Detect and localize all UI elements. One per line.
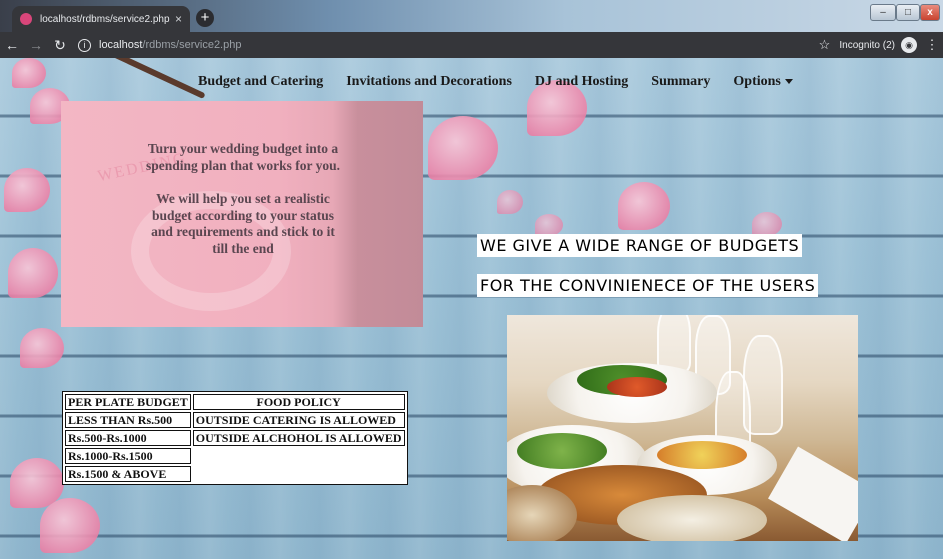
- catering-photo: [507, 315, 858, 541]
- page-viewport: Budget and Catering Invitations and Deco…: [0, 58, 943, 559]
- table-cell-empty: [193, 466, 405, 482]
- table-cell-empty: [193, 448, 405, 464]
- window-minimize-button[interactable]: –: [870, 4, 896, 21]
- browser-menu-icon[interactable]: ⋮: [925, 37, 939, 53]
- forward-arrow-icon[interactable]: →: [24, 37, 48, 53]
- blossom-decoration: [12, 58, 46, 88]
- card-paragraph-1: Turn your wedding budget into a spending…: [145, 141, 341, 173]
- convenience-heading: FOR THE CONVINIENECE OF THE USERS: [477, 274, 819, 297]
- budget-range-heading: WE GIVE A WIDE RANGE OF BUDGETS: [477, 234, 803, 257]
- nav-invitations-decorations[interactable]: Invitations and Decorations: [346, 74, 512, 90]
- tab-title: localhost/rdbms/service2.php: [40, 13, 170, 25]
- nav-budget-catering[interactable]: Budget and Catering: [198, 74, 323, 90]
- favicon-icon: [20, 13, 32, 25]
- table-row: Rs.1000-Rs.1500: [65, 448, 405, 464]
- table-row: LESS THAN Rs.500 OUTSIDE CATERING IS ALL…: [65, 412, 405, 428]
- blossom-decoration: [4, 168, 50, 212]
- window-maximize-button[interactable]: □: [896, 4, 920, 21]
- window-close-button[interactable]: x: [920, 4, 940, 21]
- petal-decoration: [752, 212, 782, 236]
- table-cell: OUTSIDE CATERING IS ALLOWED: [192, 412, 405, 428]
- new-tab-button[interactable]: +: [196, 9, 214, 27]
- nav-dj-hosting[interactable]: DJ and Hosting: [535, 74, 628, 90]
- table-cell: Rs.1000-Rs.1500: [65, 448, 191, 464]
- petal-decoration: [535, 214, 563, 236]
- blossom-decoration: [40, 498, 100, 553]
- blossom-decoration: [618, 182, 670, 230]
- table-cell: OUTSIDE ALCHOHOL IS ALLOWED: [192, 430, 405, 446]
- tab-close-icon[interactable]: ×: [175, 12, 182, 26]
- petal-decoration: [497, 190, 523, 214]
- browser-tab[interactable]: localhost/rdbms/service2.php ×: [12, 6, 190, 32]
- nav-options-dropdown[interactable]: Options: [733, 74, 793, 90]
- budget-table: PER PLATE BUDGET FOOD POLICY LESS THAN R…: [62, 391, 408, 485]
- card-paragraph-2: We will help you set a realistic budget …: [151, 191, 335, 256]
- table-cell: Rs.1500 & ABOVE: [65, 466, 191, 482]
- table-header: PER PLATE BUDGET: [65, 394, 191, 410]
- table-row: Rs.1500 & ABOVE: [65, 466, 405, 482]
- blossom-decoration: [8, 248, 58, 298]
- top-nav: Budget and Catering Invitations and Deco…: [198, 74, 816, 90]
- bookmark-star-icon[interactable]: ☆: [809, 37, 839, 53]
- url-host: localhost: [99, 39, 143, 51]
- branch-decoration: [94, 58, 206, 100]
- reload-icon[interactable]: ↻: [48, 37, 72, 54]
- browser-titlebar: localhost/rdbms/service2.php × + – □ x: [0, 0, 943, 32]
- table-row: Rs.500-Rs.1000 OUTSIDE ALCHOHOL IS ALLOW…: [65, 430, 405, 446]
- card-text: Turn your wedding budget into a spending…: [143, 141, 343, 274]
- budget-intro-card: WEDDING Turn your wedding budget into a …: [61, 101, 423, 327]
- blossom-decoration: [20, 328, 64, 368]
- address-bar[interactable]: i localhost/rdbms/service2.php: [78, 38, 809, 52]
- table-cell: LESS THAN Rs.500: [65, 412, 191, 428]
- blossom-decoration: [428, 116, 498, 180]
- nav-summary[interactable]: Summary: [651, 74, 710, 90]
- incognito-label: Incognito (2): [839, 39, 895, 51]
- back-arrow-icon[interactable]: ←: [0, 37, 24, 53]
- site-info-icon[interactable]: i: [78, 38, 91, 52]
- table-cell: Rs.500-Rs.1000: [65, 430, 191, 446]
- browser-toolbar: ← → ↻ i localhost/rdbms/service2.php ☆ I…: [0, 32, 943, 58]
- caret-down-icon: [784, 79, 793, 85]
- table-header: FOOD POLICY: [192, 394, 405, 410]
- incognito-icon[interactable]: ◉: [901, 37, 917, 53]
- table-header-row: PER PLATE BUDGET FOOD POLICY: [65, 394, 405, 410]
- nav-options-label: Options: [733, 74, 781, 89]
- url-path: /rdbms/service2.php: [142, 39, 242, 51]
